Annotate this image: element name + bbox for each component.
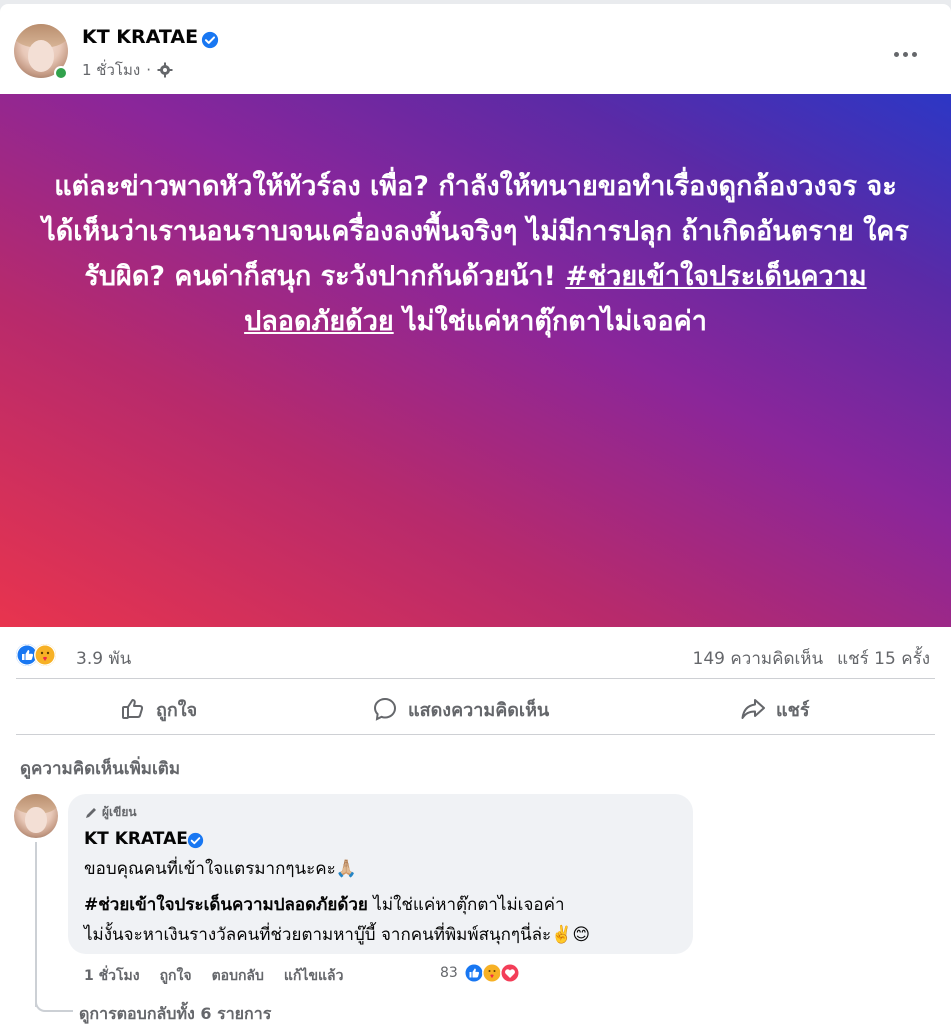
post-text: แต่ละข่าวพาดหัวให้ทัวร์ลง เพื่อ? กำลังให… [40, 164, 911, 344]
comment-line-1: ขอบคุณคนที่เข้าใจแตรมากๆนะคะ🙏🏼 [84, 859, 357, 879]
comment-reply-button[interactable]: ตอบกลับ [212, 965, 264, 987]
reaction-count[interactable]: 3.9 พัน [76, 645, 131, 672]
commenter-avatar[interactable] [14, 794, 58, 838]
like-icon [122, 699, 144, 719]
comment-line-3: ไม่งั้นจะหาเงินรางวัลคนที่ช่วยตามหาบู๊บี… [84, 925, 591, 945]
share-icon [741, 699, 765, 719]
comment-time[interactable]: 1 ชั่วโมง [84, 965, 140, 987]
comment-line-2: #ช่วยเข้าใจประเด็นความปลอดภัยด้วย ไม่ใช่… [84, 891, 565, 918]
comment-author-name[interactable]: KT KRATAE [84, 829, 188, 849]
comment-hashtag[interactable]: #ช่วยเข้าใจประเด็นความปลอดภัยด้วย [84, 895, 368, 915]
like-reaction-icon [463, 963, 484, 983]
view-replies-link[interactable]: ดูการตอบกลับทั้ง 6 รายการ [79, 1002, 271, 1024]
author-badge-label: ผู้เขียน [102, 805, 137, 819]
post-time[interactable]: 1 ชั่วโมง [82, 58, 140, 82]
like-button[interactable]: ถูกใจ [120, 690, 197, 728]
comment-count[interactable]: 149 ความคิดเห็น [693, 645, 824, 672]
post-text-tail: ไม่ใช่แค่หาตุ๊กตาไม่เจอค่า [393, 306, 707, 337]
thread-connector [35, 992, 73, 1012]
gear-icon[interactable] [157, 62, 173, 78]
comment-reaction-count: 83 [440, 965, 458, 981]
view-more-comments-link[interactable]: ดูความคิดเห็นเพิ่มเติม [20, 755, 180, 782]
author-badge: ผู้เขียน [84, 803, 137, 822]
comment-line-2-text: ไม่ใช่แค่หาตุ๊กตาไม่เจอค่า [367, 895, 565, 915]
online-status-icon [54, 66, 68, 80]
love-reaction-icon [499, 963, 520, 983]
divider [16, 734, 935, 735]
comment-icon [373, 697, 397, 721]
post-meta: 1 ชั่วโมง · [82, 58, 173, 82]
share-label: แชร์ [776, 699, 810, 721]
comment-button[interactable]: แสดงความคิดเห็น [372, 690, 549, 728]
pencil-mic-icon [86, 807, 96, 818]
meta-separator: · [146, 61, 151, 79]
comment-edited-label[interactable]: แก้ไขแล้ว [284, 965, 344, 987]
care-reaction-icon [481, 963, 502, 983]
comment-meta: 1 ชั่วโมง ถูกใจ ตอบกลับ แก้ไขแล้ว [84, 965, 343, 987]
post-stats: 149 ความคิดเห็น แชร์ 15 ครั้ง [693, 645, 930, 672]
comment-label: แสดงความคิดเห็น [408, 699, 550, 721]
share-button[interactable]: แชร์ [740, 690, 810, 728]
post-author-name[interactable]: KT KRATAE [82, 26, 198, 48]
verified-badge-icon [201, 31, 219, 49]
verified-badge-icon [187, 832, 204, 849]
comment-reactions[interactable]: 83 [440, 963, 520, 983]
more-options-icon[interactable] [890, 44, 920, 64]
divider [16, 678, 935, 679]
thread-line [35, 842, 37, 1007]
share-count[interactable]: แชร์ 15 ครั้ง [837, 645, 930, 672]
like-label: ถูกใจ [156, 699, 198, 721]
care-reaction-icon[interactable] [34, 644, 56, 666]
comment-like-button[interactable]: ถูกใจ [160, 965, 192, 987]
post-card: KT KRATAE 1 ชั่วโมง · แต่ละข่าวพาดหัวให้… [0, 4, 951, 1024]
